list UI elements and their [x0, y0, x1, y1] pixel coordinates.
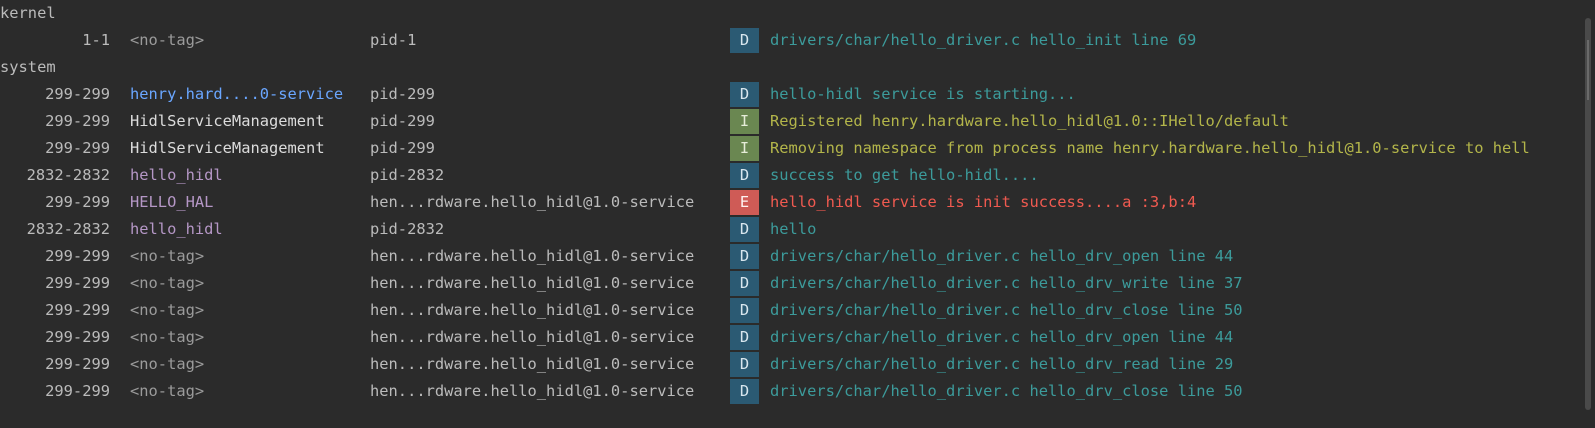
log-process: hen...rdware.hello_hidl@1.0-service — [370, 301, 695, 319]
log-level-badge: I — [730, 135, 759, 162]
log-tag: <no-tag> — [130, 382, 205, 400]
log-message: drivers/char/hello_driver.c hello_drv_re… — [770, 355, 1234, 373]
section-header-system: system — [0, 58, 56, 76]
log-pid: 299-299 — [45, 328, 110, 346]
log-row[interactable]: 299-299 <no-tag> hen...rdware.hello_hidl… — [0, 297, 1565, 324]
log-message: drivers/char/hello_driver.c hello_init l… — [770, 31, 1197, 49]
log-row[interactable]: 299-299 <no-tag> hen...rdware.hello_hidl… — [0, 243, 1565, 270]
log-tag: <no-tag> — [130, 31, 205, 49]
log-row[interactable]: 299-299 <no-tag> hen...rdware.hello_hidl… — [0, 270, 1565, 297]
log-message: drivers/char/hello_driver.c hello_drv_wr… — [770, 274, 1243, 292]
log-level-badge: D — [730, 243, 759, 270]
log-level-badge: D — [730, 351, 759, 378]
log-level-badge: D — [730, 162, 759, 189]
log-pid: 299-299 — [45, 355, 110, 373]
log-row[interactable]: 299-299 HidlServiceManagement pid-299 I … — [0, 135, 1565, 162]
log-level-badge: D — [730, 297, 759, 324]
log-tag: hello_hidl — [130, 220, 223, 238]
log-message: Registered henry.hardware.hello_hidl@1.0… — [770, 112, 1289, 130]
log-tag: henry.hard....0-service — [130, 85, 344, 103]
section-header-kernel: kernel — [0, 4, 56, 22]
log-process: pid-2832 — [370, 166, 445, 184]
log-row[interactable]: 299-299 HidlServiceManagement pid-299 I … — [0, 108, 1565, 135]
log-pid: 299-299 — [45, 193, 110, 211]
log-level-badge: E — [730, 189, 759, 216]
log-tag: <no-tag> — [130, 274, 205, 292]
log-row[interactable]: 2832-2832 hello_hidl pid-2832 D hello — [0, 216, 1565, 243]
log-level-badge: D — [730, 270, 759, 297]
log-process: hen...rdware.hello_hidl@1.0-service — [370, 193, 695, 211]
log-tag: HELLO_HAL — [130, 193, 214, 211]
log-pid: 299-299 — [45, 139, 110, 157]
log-level-badge: I — [730, 108, 759, 135]
log-process: pid-2832 — [370, 220, 445, 238]
log-row[interactable]: 299-299 henry.hard....0-service pid-299 … — [0, 81, 1565, 108]
log-pid: 299-299 — [45, 247, 110, 265]
log-pid: 299-299 — [45, 112, 110, 130]
log-message: hello — [770, 220, 817, 238]
log-process: pid-299 — [370, 85, 435, 103]
log-tag: <no-tag> — [130, 301, 205, 319]
log-level-badge: D — [730, 27, 759, 54]
log-pid: 2832-2832 — [26, 166, 110, 184]
log-row[interactable]: 299-299 <no-tag> hen...rdware.hello_hidl… — [0, 351, 1565, 378]
log-process: hen...rdware.hello_hidl@1.0-service — [370, 355, 695, 373]
log-pid: 2832-2832 — [26, 220, 110, 238]
log-row[interactable]: 1-1 <no-tag> pid-1 D drivers/char/hello_… — [0, 27, 1565, 54]
log-process: pid-1 — [370, 31, 417, 49]
log-level-badge: D — [730, 324, 759, 351]
scrollbar-marker — [1587, 40, 1589, 100]
log-row[interactable]: 299-299 HELLO_HAL hen...rdware.hello_hid… — [0, 189, 1565, 216]
log-row[interactable]: 2832-2832 hello_hidl pid-2832 D success … — [0, 162, 1565, 189]
log-tag: hello_hidl — [130, 166, 223, 184]
log-level-badge: D — [730, 378, 759, 405]
vertical-scrollbar[interactable] — [1569, 0, 1595, 428]
log-message: hello-hidl service is starting... — [770, 85, 1076, 103]
log-tag: HidlServiceManagement — [130, 139, 325, 157]
log-pid: 299-299 — [45, 301, 110, 319]
log-message: drivers/char/hello_driver.c hello_drv_cl… — [770, 301, 1243, 319]
log-process: hen...rdware.hello_hidl@1.0-service — [370, 328, 695, 346]
log-process: pid-299 — [370, 139, 435, 157]
log-message: success to get hello-hidl.... — [770, 166, 1039, 184]
log-row[interactable]: 299-299 <no-tag> hen...rdware.hello_hidl… — [0, 324, 1565, 351]
log-message: drivers/char/hello_driver.c hello_drv_cl… — [770, 382, 1243, 400]
log-process: hen...rdware.hello_hidl@1.0-service — [370, 247, 695, 265]
log-tag: <no-tag> — [130, 247, 205, 265]
log-process: hen...rdware.hello_hidl@1.0-service — [370, 382, 695, 400]
log-pid: 299-299 — [45, 85, 110, 103]
log-message: hello_hidl service is init success....a … — [770, 193, 1197, 211]
log-process: pid-299 — [370, 112, 435, 130]
log-pid: 299-299 — [45, 382, 110, 400]
log-tag: <no-tag> — [130, 355, 205, 373]
log-level-badge: D — [730, 216, 759, 243]
log-level-badge: D — [730, 81, 759, 108]
log-tag: <no-tag> — [130, 328, 205, 346]
log-tag: HidlServiceManagement — [130, 112, 325, 130]
logcat-panel: kernel 1-1 <no-tag> pid-1 D drivers/char… — [0, 0, 1595, 428]
log-message: Removing namespace from process name hen… — [770, 139, 1530, 157]
log-row[interactable]: 299-299 <no-tag> hen...rdware.hello_hidl… — [0, 378, 1565, 405]
log-pid: 299-299 — [45, 274, 110, 292]
log-message: drivers/char/hello_driver.c hello_drv_op… — [770, 247, 1234, 265]
log-process: hen...rdware.hello_hidl@1.0-service — [370, 274, 695, 292]
log-message: drivers/char/hello_driver.c hello_drv_op… — [770, 328, 1234, 346]
log-pid: 1-1 — [82, 31, 110, 49]
